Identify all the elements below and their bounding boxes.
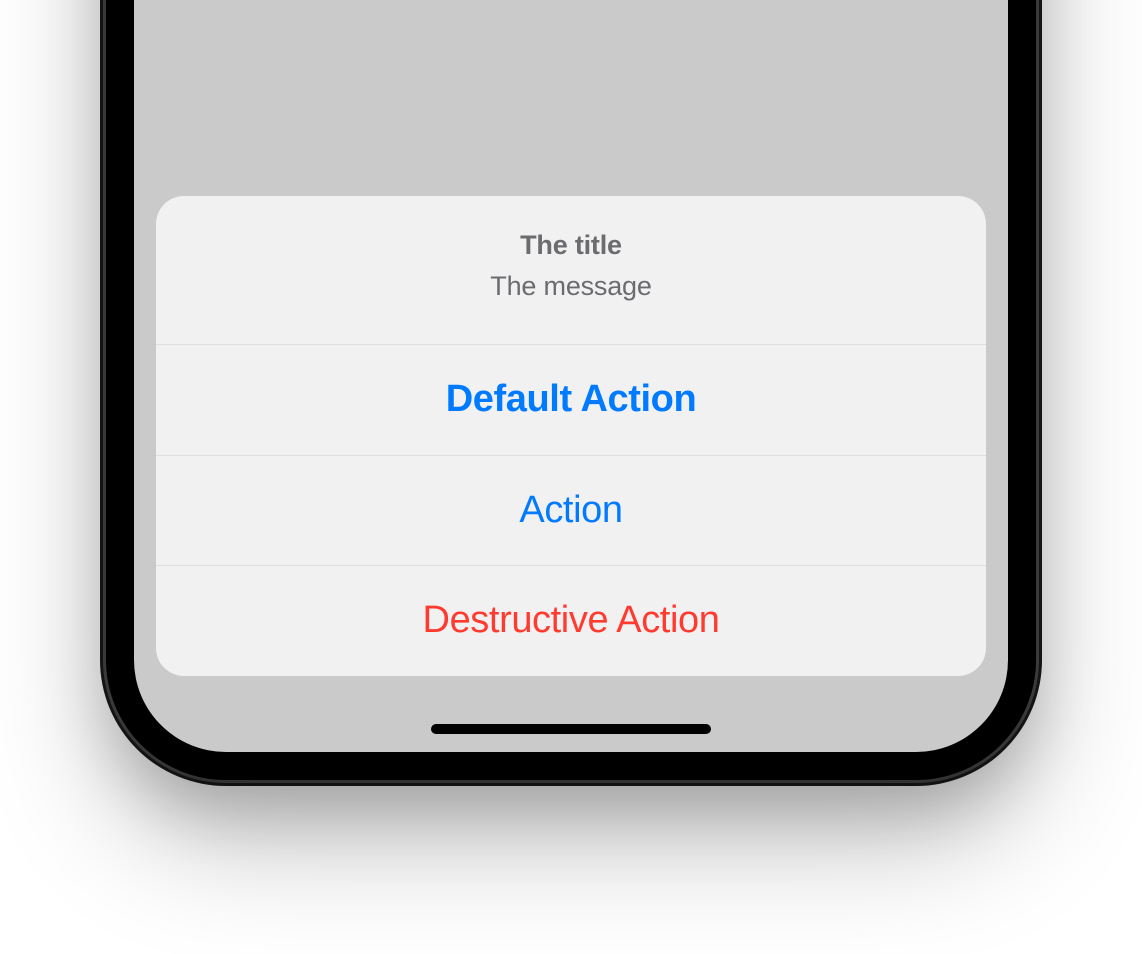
destructive-action-button[interactable]: Destructive Action: [156, 566, 986, 676]
home-indicator[interactable]: [431, 724, 711, 734]
device-screen: The title The message Default Action Act…: [134, 0, 1008, 752]
default-action-button[interactable]: Default Action: [156, 345, 986, 456]
action-sheet: The title The message Default Action Act…: [156, 196, 986, 676]
action-button[interactable]: Action: [156, 456, 986, 567]
action-sheet-message: The message: [176, 271, 966, 302]
action-sheet-title: The title: [176, 230, 966, 261]
action-sheet-header: The title The message: [156, 196, 986, 345]
device-frame: The title The message Default Action Act…: [106, 0, 1036, 780]
bottom-spacer: [134, 692, 1008, 752]
